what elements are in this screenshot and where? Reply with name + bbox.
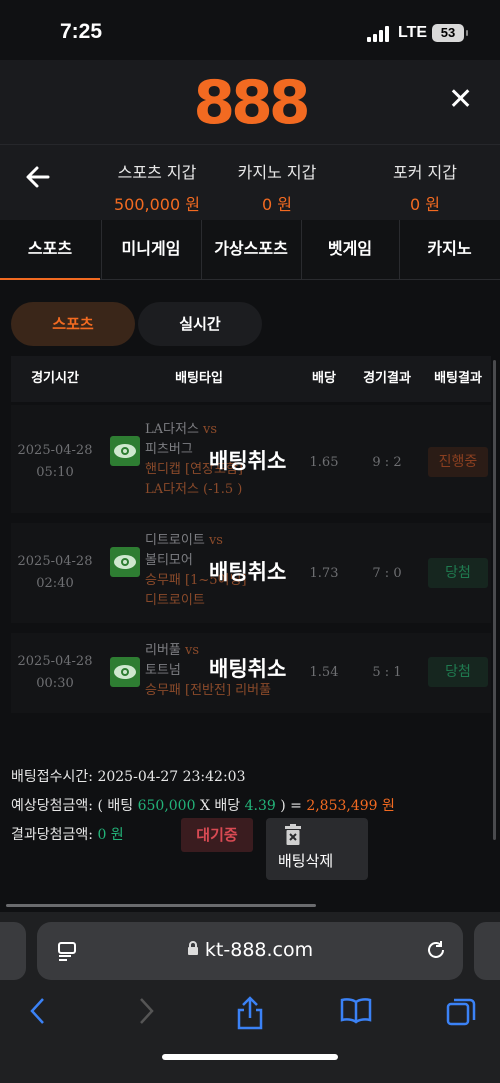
tab-virtual-sports[interactable]: 가상스포츠 xyxy=(201,220,301,280)
odds: 1.54 xyxy=(309,665,339,680)
vertical-scrollbar[interactable] xyxy=(493,360,496,840)
column-header: 배당 xyxy=(312,371,336,386)
eye-icon[interactable] xyxy=(110,657,140,687)
share-icon[interactable] xyxy=(236,996,264,1030)
tabs-icon[interactable] xyxy=(446,996,476,1026)
bet-cancel-label[interactable]: 배팅취소 xyxy=(209,653,286,683)
close-icon[interactable]: ✕ xyxy=(448,82,473,117)
signal-icon xyxy=(367,26,391,42)
match-score: 7 : 0 xyxy=(372,566,402,581)
trash-icon xyxy=(285,824,301,845)
expected-winnings: 예상당첨금액: ( 배팅 650,000 X 배당 4.39 ) = 2,853… xyxy=(11,798,395,814)
bookmarks-icon[interactable] xyxy=(340,996,372,1026)
home-indicator[interactable] xyxy=(162,1054,338,1060)
eye-icon[interactable] xyxy=(110,547,140,577)
match-score: 9 : 2 xyxy=(372,455,402,470)
column-header: 경기결과 xyxy=(363,371,411,386)
category-tabs: 스포츠 미니게임 가상스포츠 벳게임 카지노 xyxy=(0,220,500,280)
network-type: LTE xyxy=(398,24,428,41)
lock-icon xyxy=(187,941,198,955)
app-header: 888 ✕ xyxy=(0,60,500,144)
browser-nav xyxy=(0,992,500,1036)
bet-cancel-label[interactable]: 배팅취소 xyxy=(209,445,286,475)
column-header: 배팅타입 xyxy=(175,371,223,386)
tab-sports[interactable]: 스포츠 xyxy=(0,220,100,280)
logo: 888 xyxy=(193,68,310,138)
bet-cancel-label[interactable]: 배팅취소 xyxy=(209,556,286,586)
bet-result-badge: 당첨 xyxy=(428,558,488,588)
next-tab-card[interactable] xyxy=(474,922,500,980)
eye-icon[interactable] xyxy=(110,436,140,466)
match-date: 2025-04-28 00:30 xyxy=(17,654,93,691)
match-date: 2025-04-28 02:40 xyxy=(17,554,93,591)
match-score: 5 : 1 xyxy=(372,665,402,680)
bet-received-time: 배팅접수시간: 2025-04-27 23:42:03 xyxy=(11,769,246,785)
tab-casino[interactable]: 카지노 xyxy=(399,220,500,280)
address-bar[interactable]: kt-888.com xyxy=(37,922,463,980)
odds: 1.73 xyxy=(309,566,339,581)
wallet-value: 0 원 xyxy=(262,195,292,214)
horizontal-scrollbar[interactable] xyxy=(6,904,316,907)
bet-result-badge: 당첨 xyxy=(428,657,488,687)
wallet-value: 0 원 xyxy=(410,195,440,214)
clock: 7:25 xyxy=(60,20,103,43)
url-text: kt-888.com xyxy=(37,939,463,961)
wallet-label: 카지노 지갑 xyxy=(237,163,317,182)
forward-icon[interactable] xyxy=(136,996,156,1026)
previous-tab-card[interactable] xyxy=(0,922,26,980)
tab-betgame[interactable]: 벳게임 xyxy=(301,220,399,280)
wallet-casino: 카지노 지갑 0 원 xyxy=(212,159,342,215)
reload-icon[interactable] xyxy=(425,939,447,961)
subtab-sports[interactable]: 스포츠 xyxy=(11,302,135,346)
column-header: 배팅결과 xyxy=(434,371,482,386)
result-winnings: 결과당첨금액: 0 원 xyxy=(11,827,124,843)
back-icon[interactable] xyxy=(28,996,48,1026)
match-date: 2025-04-28 05:10 xyxy=(17,443,93,480)
table-row: 2025-04-28 02:40 디트로이트 vs 볼티모어 승무패 [1~5이닝… xyxy=(11,523,491,623)
subtab-live[interactable]: 실시간 xyxy=(138,302,262,346)
waiting-status-button[interactable]: 대기중 xyxy=(181,818,253,852)
column-header: 경기시간 xyxy=(31,371,79,386)
odds: 1.65 xyxy=(309,455,339,470)
delete-bet-button[interactable]: 배팅삭제 xyxy=(266,818,368,880)
delete-bet-label: 배팅삭제 xyxy=(278,852,334,870)
table-row: 2025-04-28 00:30 리버풀 vs 토트넘 승무패 [전반전] 리버풀… xyxy=(11,633,491,713)
back-arrow-icon[interactable] xyxy=(24,163,52,199)
wallet-bar: 스포츠 지갑 500,000 원 카지노 지갑 0 원 포커 지갑 0 원 xyxy=(0,144,500,220)
table-row: 2025-04-28 05:10 LA다저스 vs 피츠버그 핸디캡 [연장포함]… xyxy=(11,405,491,513)
table-header: 경기시간 배팅타입 배당 경기결과 배팅결과 xyxy=(11,356,491,402)
battery-icon: 53 xyxy=(432,24,468,42)
tab-minigame[interactable]: 미니게임 xyxy=(101,220,201,280)
bet-result-badge: 진행중 xyxy=(428,447,488,477)
wallet-poker: 포커 지갑 0 원 xyxy=(360,159,490,215)
status-bar: 7:25 LTE 53 xyxy=(0,0,500,60)
wallet-label: 포커 지갑 xyxy=(393,163,457,182)
